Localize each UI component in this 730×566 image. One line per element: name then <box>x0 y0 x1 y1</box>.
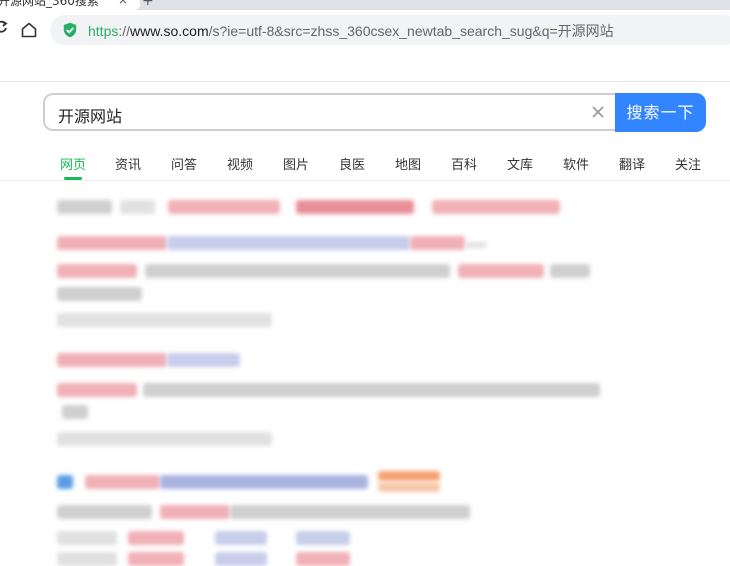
redacted-snippet <box>160 505 230 519</box>
new-tab-button[interactable]: + <box>142 0 154 9</box>
redacted-link[interactable] <box>128 552 184 566</box>
related-search-link[interactable] <box>296 200 414 214</box>
tab-doctor[interactable]: 良医 <box>339 154 365 173</box>
redacted-url <box>57 432 272 446</box>
result-title-link[interactable] <box>167 353 240 367</box>
redacted-snippet <box>57 505 152 519</box>
redacted-text <box>57 531 117 545</box>
redacted-snippet <box>57 264 137 278</box>
bookmarks-bar: : <box>0 50 730 80</box>
chrome-divider <box>0 81 730 82</box>
tab-translate[interactable]: 翻译 <box>619 154 645 173</box>
reload-icon[interactable] <box>0 20 8 34</box>
result-title-link[interactable] <box>410 236 465 250</box>
tabs-divider <box>0 180 730 181</box>
tab-map[interactable]: 地图 <box>395 154 421 173</box>
active-tab[interactable]: 开源网站_360搜索 × <box>0 0 140 10</box>
clear-icon[interactable] <box>589 103 607 121</box>
tab-video[interactable]: 视频 <box>227 154 253 173</box>
vertical-tabs: 网页 资讯 问答 视频 图片 良医 地图 百科 文库 软件 翻译 关注 <box>0 150 730 180</box>
search-button[interactable]: 搜索一下 <box>615 93 706 132</box>
tab-library[interactable]: 文库 <box>507 154 533 173</box>
result-title-link[interactable] <box>167 236 410 250</box>
redacted-text <box>57 552 117 566</box>
tab-close-button[interactable]: × <box>118 0 128 7</box>
url-host: www.so.com <box>130 23 209 39</box>
url-text: https://www.so.com/s?ie=utf-8&src=zhss_3… <box>88 21 614 41</box>
tab-baike[interactable]: 百科 <box>451 154 477 173</box>
search-query: 开源网站 <box>58 107 123 126</box>
result-title-link[interactable] <box>57 353 167 367</box>
url-scheme: https <box>88 23 119 39</box>
browser-toolbar: https://www.so.com/s?ie=utf-8&src=zhss_3… <box>0 10 730 50</box>
redacted-snippet <box>145 264 450 278</box>
redacted-link[interactable] <box>296 552 350 566</box>
result-title-link[interactable] <box>85 475 160 489</box>
related-search-link[interactable] <box>432 200 560 214</box>
bookmark-fragment: : <box>0 56 1 70</box>
redacted-snippet <box>57 287 142 301</box>
url-separator: :// <box>118 23 131 39</box>
tab-title: 开源网站_360搜索 <box>0 0 99 8</box>
redacted-text <box>465 242 487 248</box>
redacted-link[interactable] <box>215 531 267 545</box>
redacted-text <box>57 200 112 214</box>
result-title-link[interactable] <box>160 475 368 489</box>
search-input[interactable]: 开源网站 <box>43 93 623 131</box>
url-path: /s?ie=utf-8&src=zhss_360csex_newtab_sear… <box>208 23 614 39</box>
redacted-url <box>57 313 272 327</box>
redacted-snippet <box>62 405 88 419</box>
redacted-badge <box>378 482 440 492</box>
tab-follow[interactable]: 关注 <box>675 154 701 173</box>
related-search-link[interactable] <box>168 200 280 214</box>
result-title-link[interactable] <box>57 236 167 250</box>
redacted-icon <box>57 475 73 489</box>
redacted-link[interactable] <box>296 531 350 545</box>
redacted-snippet <box>458 264 544 278</box>
redacted-text <box>120 200 155 214</box>
redacted-link[interactable] <box>128 531 184 545</box>
shield-check-icon <box>63 22 77 38</box>
redacted-snippet <box>143 383 600 397</box>
address-bar[interactable]: https://www.so.com/s?ie=utf-8&src=zhss_3… <box>50 15 730 45</box>
redacted-snippet <box>57 383 137 397</box>
tab-news[interactable]: 资讯 <box>115 154 141 173</box>
home-icon[interactable] <box>20 21 38 39</box>
redacted-link[interactable] <box>215 552 267 566</box>
tab-web[interactable]: 网页 <box>60 154 86 173</box>
redacted-badge <box>378 471 440 481</box>
tab-qa[interactable]: 问答 <box>171 154 197 173</box>
redacted-snippet <box>230 505 470 519</box>
tab-images[interactable]: 图片 <box>283 154 309 173</box>
tab-strip: 开源网站_360搜索 × + <box>0 0 730 10</box>
tab-software[interactable]: 软件 <box>563 154 589 173</box>
redacted-snippet <box>550 264 590 278</box>
